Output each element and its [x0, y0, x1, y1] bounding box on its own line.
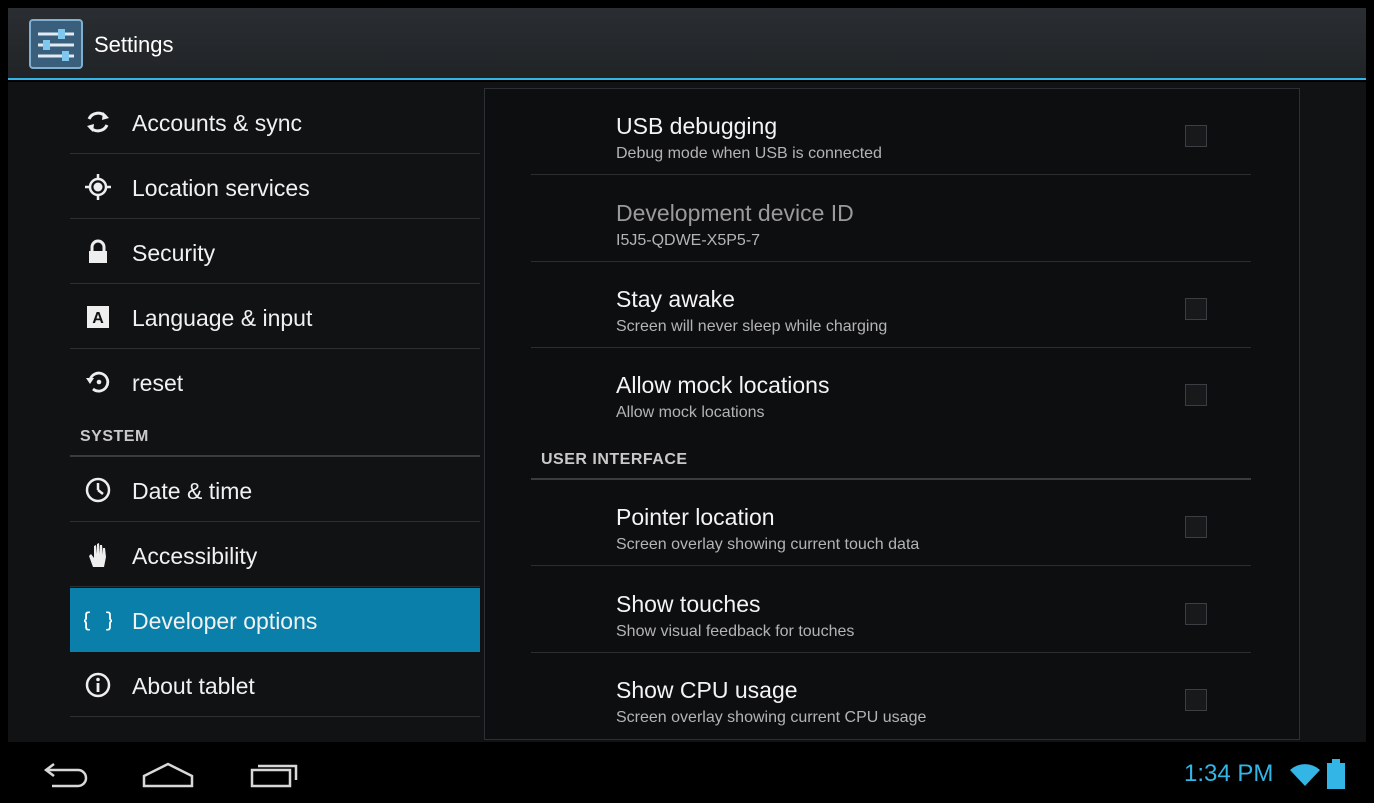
- usb-debugging-checkbox[interactable]: [1185, 125, 1207, 147]
- pref-title: Stay awake: [616, 286, 735, 312]
- pref-title: Development device ID: [616, 200, 854, 226]
- sidebar-item-developer-options[interactable]: { } Developer options: [70, 588, 480, 652]
- sidebar-item-label: Accessibility: [132, 543, 258, 569]
- recent-apps-button[interactable]: [244, 756, 304, 792]
- pref-summary: Debug mode when USB is connected: [616, 145, 882, 162]
- pointer-location-checkbox[interactable]: [1185, 516, 1207, 538]
- clock-icon: [84, 476, 112, 504]
- battery-icon: [1326, 758, 1346, 790]
- sidebar-item-about-tablet[interactable]: About tablet: [70, 653, 480, 717]
- wifi-icon: [1288, 760, 1322, 788]
- sidebar-item-label: reset: [132, 370, 184, 396]
- sidebar-item-accounts-sync[interactable]: Accounts & sync: [70, 90, 480, 154]
- pref-usb-debugging[interactable]: USB debugging Debug mode when USB is con…: [531, 89, 1251, 175]
- settings-app-icon[interactable]: [28, 18, 84, 70]
- pref-stay-awake[interactable]: Stay awake Screen will never sleep while…: [531, 262, 1251, 348]
- sidebar-item-label: About tablet: [132, 673, 255, 699]
- pref-title: Show touches: [616, 591, 761, 617]
- home-icon: [142, 762, 194, 788]
- pref-title: USB debugging: [616, 113, 778, 139]
- pref-development-device-id: Development device ID I5J5-QDWE-X5P5-7: [531, 176, 1251, 262]
- pref-title: Pointer location: [616, 504, 775, 530]
- section-divider: [70, 455, 480, 457]
- show-cpu-usage-checkbox[interactable]: [1185, 689, 1207, 711]
- pref-title: Allow mock locations: [616, 372, 830, 398]
- sync-icon: [84, 108, 112, 136]
- pref-pointer-location[interactable]: Pointer location Screen overlay showing …: [531, 480, 1251, 566]
- section-header-system: SYSTEM: [80, 428, 149, 445]
- sidebar-item-label: Security: [132, 240, 216, 266]
- language-icon: A: [84, 303, 112, 331]
- allow-mock-locations-checkbox[interactable]: [1185, 384, 1207, 406]
- info-icon: [84, 671, 112, 699]
- developer-options-pane: USB debugging Debug mode when USB is con…: [484, 88, 1300, 740]
- recent-apps-icon: [250, 764, 298, 788]
- system-nav-bar: 1:34 PM: [8, 744, 1366, 803]
- stay-awake-checkbox[interactable]: [1185, 298, 1207, 320]
- home-button[interactable]: [138, 756, 198, 792]
- svg-text:{ }: { }: [84, 608, 112, 632]
- lock-icon: [84, 238, 112, 266]
- location-icon: [84, 173, 112, 201]
- sidebar-item-reset[interactable]: reset: [70, 350, 480, 414]
- pref-show-touches[interactable]: Show touches Show visual feedback for to…: [531, 567, 1251, 653]
- status-clock[interactable]: 1:34 PM: [1184, 760, 1273, 788]
- sidebar-item-date-time[interactable]: Date & time: [70, 458, 480, 522]
- pref-show-cpu-usage[interactable]: Show CPU usage Screen overlay showing cu…: [531, 653, 1251, 739]
- pref-allow-mock-locations[interactable]: Allow mock locations Allow mock location…: [531, 348, 1251, 434]
- sidebar-item-label: Developer options: [132, 608, 318, 634]
- sidebar-item-label: Date & time: [132, 478, 253, 504]
- back-button[interactable]: [36, 756, 96, 792]
- show-touches-checkbox[interactable]: [1185, 603, 1207, 625]
- settings-header-list: Accounts & sync Location services Securi…: [70, 82, 482, 742]
- sidebar-item-label: Language & input: [132, 305, 313, 331]
- pref-summary: Screen overlay showing current CPU usage: [616, 709, 927, 726]
- pref-title: Show CPU usage: [616, 677, 798, 703]
- sidebar-item-security[interactable]: Security: [70, 220, 480, 284]
- section-header-user-interface: USER INTERFACE: [541, 451, 688, 468]
- settings-content: Accounts & sync Location services Securi…: [8, 82, 1366, 742]
- reset-icon: [84, 368, 112, 396]
- sidebar-item-label: Accounts & sync: [132, 110, 303, 136]
- sidebar-item-location-services[interactable]: Location services: [70, 155, 480, 219]
- pref-summary: Screen overlay showing current touch dat…: [616, 536, 920, 553]
- sidebar-item-language-input[interactable]: A Language & input: [70, 285, 480, 349]
- pref-summary: Allow mock locations: [616, 404, 765, 421]
- svg-text:A: A: [92, 310, 104, 327]
- page-title: Settings: [94, 32, 174, 57]
- back-icon: [43, 763, 88, 788]
- pref-summary: Show visual feedback for touches: [616, 623, 855, 640]
- pref-summary: Screen will never sleep while charging: [616, 318, 888, 335]
- action-bar: Settings: [8, 8, 1366, 80]
- pref-summary: I5J5-QDWE-X5P5-7: [616, 232, 761, 249]
- braces-icon: { }: [84, 606, 112, 634]
- hand-icon: [84, 541, 112, 569]
- sidebar-item-label: Location services: [132, 175, 310, 201]
- sidebar-item-accessibility[interactable]: Accessibility: [70, 523, 480, 587]
